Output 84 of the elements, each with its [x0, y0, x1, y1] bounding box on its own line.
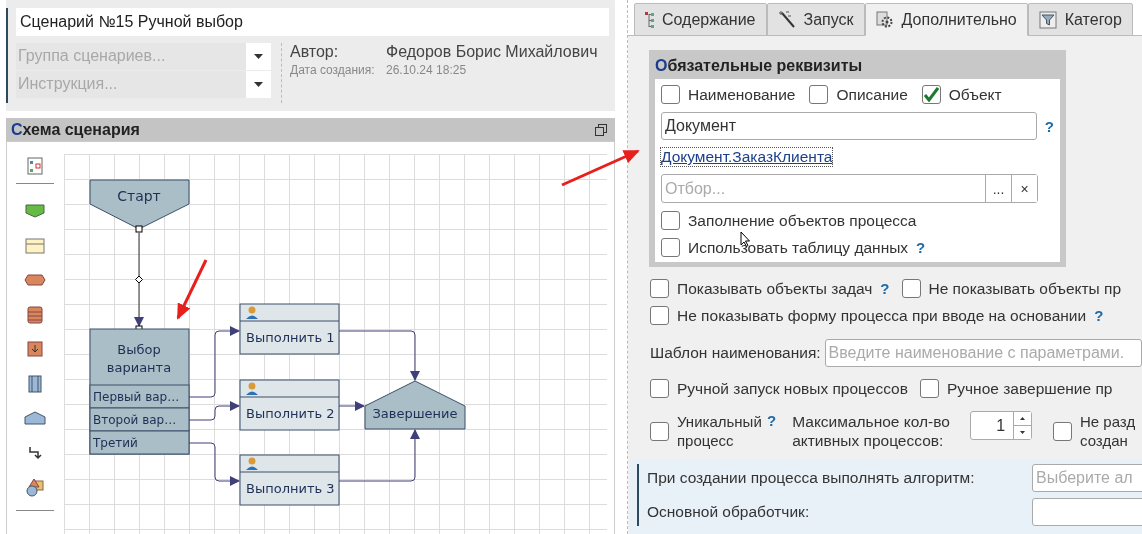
checkbox[interactable]: Показывать объекты задач	[650, 279, 873, 298]
handler-label: Основной обработчик:	[647, 503, 811, 521]
algorithm-label: При создании процесса выполнять алгоритм:	[647, 469, 976, 487]
user-icon	[246, 457, 258, 470]
node-title: варианта	[106, 360, 172, 375]
tab[interactable]: Содержание	[634, 3, 767, 36]
new-document-icon[interactable]	[26, 157, 43, 175]
checkbox[interactable]: Использовать таблицу данных	[661, 238, 909, 257]
author-label: Автор:	[290, 43, 340, 61]
author-name: Федоров Борис Михайлович	[386, 43, 598, 61]
process-shape-icon[interactable]	[23, 274, 46, 287]
object-link[interactable]: Документ.ЗаказКлиента	[661, 148, 833, 166]
checkbox[interactable]: Не показывать форму процесса при вводе на основании	[650, 306, 1087, 325]
task-label: Выполнить 3	[246, 481, 335, 496]
choice-option[interactable]	[89, 407, 190, 432]
user-icon	[246, 382, 258, 395]
connector-icon[interactable]	[27, 445, 42, 460]
checkbox[interactable]: Объект	[921, 85, 1002, 104]
task-label: Выполнить 1	[246, 330, 335, 345]
connector-arrow[interactable]	[188, 401, 240, 421]
checkbox[interactable]: Заполнение объектов процесса	[661, 211, 917, 230]
created-label: Дата создания:	[290, 63, 376, 77]
stack-shape-icon[interactable]	[26, 305, 43, 324]
panel-title: Схема сценария	[11, 120, 140, 139]
up-arrow-icon	[1020, 417, 1026, 420]
tab[interactable]: Запуск	[766, 3, 865, 36]
object-field[interactable]: Документ	[661, 112, 1037, 140]
handler-field[interactable]	[1032, 498, 1142, 526]
max-processes-field[interactable]: 1	[970, 411, 1033, 440]
magic-wand-icon	[777, 10, 796, 29]
shapes-icon[interactable]	[24, 477, 45, 498]
annotation-arrow	[176, 259, 208, 320]
group-title: Обязательные реквизиты	[655, 57, 864, 75]
checkbox[interactable]: Не разд создан	[1053, 412, 1142, 450]
filter-field[interactable]: Отбор... ... ×	[661, 174, 1038, 203]
help-link[interactable]: ?	[916, 239, 926, 256]
checkbox[interactable]: Наименование	[661, 85, 796, 104]
checkbox[interactable]: Ручной запуск новых процессов	[650, 379, 908, 398]
down-arrow-icon	[1020, 431, 1026, 434]
help-link[interactable]: ?	[1094, 307, 1104, 324]
task-shape-icon[interactable]	[24, 237, 45, 254]
max-processes-label: Максимальное кол-во активных процессов:	[792, 412, 951, 450]
choice-option[interactable]	[89, 384, 190, 409]
checkbox[interactable]: Уникальный процесс	[650, 412, 765, 450]
end-node[interactable]: Завершение	[364, 380, 466, 430]
help-link[interactable]: ?	[1044, 117, 1054, 135]
dropdown-button[interactable]	[246, 43, 271, 70]
task-node[interactable]	[239, 379, 340, 431]
filter-icon	[1038, 10, 1057, 29]
connector-arrow[interactable]	[338, 401, 365, 411]
help-link[interactable]: ?	[767, 412, 777, 429]
end-shape-icon[interactable]	[23, 411, 46, 426]
task-node[interactable]	[239, 454, 340, 506]
choice-option[interactable]	[89, 430, 190, 455]
checkbox[interactable]: Ручное завершение пр	[919, 379, 1113, 398]
created-date: 26.10.24 18:25	[386, 63, 468, 77]
subprocess-shape-icon[interactable]	[26, 341, 43, 358]
help-link[interactable]: ?	[880, 280, 890, 297]
start-node[interactable]: Старт	[89, 179, 190, 230]
clear-button[interactable]: ×	[1011, 175, 1037, 202]
task-node[interactable]	[239, 303, 340, 355]
option-label: Второй вар…	[93, 413, 177, 427]
expand-icon[interactable]	[595, 123, 607, 136]
block-shape-icon[interactable]	[27, 374, 42, 393]
connector-arrow[interactable]	[188, 442, 240, 486]
checkmark-icon	[923, 87, 939, 102]
template-label: Шаблон наименования:	[650, 344, 821, 362]
tab[interactable]: Категор	[1027, 3, 1133, 36]
decrement-button[interactable]	[1014, 425, 1032, 439]
start-shape-icon[interactable]	[24, 204, 45, 219]
option-label: Третий	[93, 436, 138, 450]
user-icon	[246, 306, 258, 319]
checkbox[interactable]: Описание	[809, 85, 908, 104]
node-title: Выбор	[117, 342, 161, 357]
dropdown-button[interactable]	[246, 71, 271, 98]
tree-icon	[645, 11, 654, 28]
task-label: Выполнить 2	[246, 406, 335, 421]
gear-icon	[875, 10, 894, 29]
checkbox[interactable]: Не показывать объекты пр	[901, 279, 1122, 298]
caret-icon	[254, 54, 263, 59]
option-label: Первый вар…	[93, 390, 180, 404]
scenario-title-field[interactable]: Сценарий №15 Ручной выбор	[16, 8, 609, 36]
caret-icon	[254, 82, 263, 87]
tab[interactable]: Дополнительно	[864, 3, 1028, 36]
